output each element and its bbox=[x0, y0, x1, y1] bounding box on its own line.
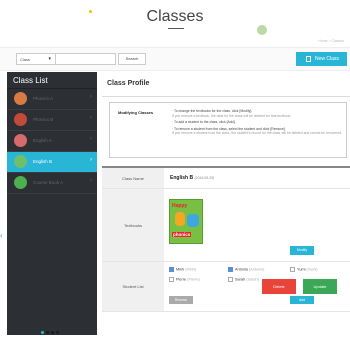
chevron-right-icon: › bbox=[90, 178, 92, 184]
divider bbox=[102, 96, 350, 97]
delete-button[interactable]: Delete bbox=[262, 279, 296, 294]
class-filter-select[interactable]: Class ▾ bbox=[16, 53, 56, 65]
chevron-right-icon: › bbox=[90, 94, 92, 100]
checkbox-icon[interactable] bbox=[169, 267, 174, 272]
pager-dot[interactable] bbox=[51, 331, 54, 334]
sidebar-item-label: Course Book A bbox=[33, 180, 64, 185]
yellow-dot-decoration bbox=[89, 10, 92, 13]
sidebar-item-label: English A bbox=[33, 138, 52, 143]
title-underline bbox=[168, 28, 184, 29]
page-title: Classes bbox=[146, 8, 204, 25]
sidebar: Class List Phonics A › Phonics B › Engli… bbox=[7, 72, 97, 335]
new-class-button[interactable]: New Class bbox=[296, 52, 347, 66]
sidebar-item-course-book-a[interactable]: Course Book A › bbox=[7, 173, 97, 194]
cartoon-character-image bbox=[175, 212, 185, 226]
class-filter-value: Class bbox=[20, 57, 31, 62]
info-label: Modifying Classes bbox=[118, 110, 154, 115]
chevron-right-icon: › bbox=[90, 136, 92, 142]
textbook-cover[interactable]: Happy phonics bbox=[169, 199, 203, 244]
sidebar-item-label: English B bbox=[33, 159, 53, 164]
student-list-header: Student List bbox=[102, 262, 164, 311]
class-name-header: Class Name bbox=[102, 168, 164, 188]
sidebar-title: Class List bbox=[7, 72, 97, 89]
sidebar-pager bbox=[41, 321, 61, 334]
student-checkbox[interactable]: Antonia (Antonio) bbox=[228, 267, 264, 272]
caret-down-icon: ▾ bbox=[48, 56, 51, 62]
sidebar-item-phonics-b[interactable]: Phonics B › bbox=[7, 110, 97, 131]
checkbox-icon[interactable] bbox=[228, 267, 233, 272]
sidebar-item-english-a[interactable]: English A › bbox=[7, 131, 97, 152]
search-input[interactable] bbox=[56, 53, 116, 65]
sidebar-item-label: Phonics B bbox=[33, 117, 54, 122]
update-button[interactable]: Update bbox=[303, 279, 337, 294]
header: Classes Home > Classes bbox=[0, 0, 350, 47]
student-checkbox[interactable]: Sarah (Sarah) bbox=[228, 277, 259, 282]
pager-dot[interactable] bbox=[56, 331, 59, 334]
student-checkbox[interactable]: Yumi (Yumi) bbox=[290, 267, 318, 272]
info-text: · To change the textbooks for the class,… bbox=[172, 109, 346, 136]
sidebar-item-english-b[interactable]: English B › bbox=[7, 152, 97, 173]
pager-dot[interactable] bbox=[41, 331, 44, 334]
new-class-label: New Class bbox=[315, 56, 339, 62]
checkbox-icon[interactable] bbox=[290, 267, 295, 272]
class-name-row: Class Name English B (2016.05.25) bbox=[102, 166, 350, 188]
remove-button[interactable]: Remove bbox=[169, 296, 193, 304]
info-box: Modifying Classes · To change the textbo… bbox=[109, 102, 347, 158]
green-circle-decoration bbox=[257, 25, 267, 35]
add-button[interactable]: Add bbox=[290, 296, 314, 304]
class-avatar-icon bbox=[14, 155, 27, 168]
class-avatar-icon bbox=[14, 176, 27, 189]
class-name-value: English B (2016.05.25) bbox=[170, 175, 215, 181]
student-checkbox[interactable]: Pierre (Pierre) bbox=[169, 277, 200, 282]
class-avatar-icon bbox=[14, 113, 27, 126]
textbooks-header: Textbooks bbox=[102, 189, 164, 261]
collapse-arrow-icon[interactable]: ‹ bbox=[0, 231, 6, 241]
class-avatar-icon bbox=[14, 92, 27, 105]
checkbox-icon[interactable] bbox=[169, 277, 174, 282]
search-button[interactable]: Search bbox=[118, 53, 146, 65]
divider bbox=[102, 311, 350, 312]
class-avatar-icon bbox=[14, 134, 27, 147]
book-title: Happy bbox=[172, 203, 188, 209]
pager-dot[interactable] bbox=[46, 331, 49, 334]
document-icon bbox=[306, 56, 311, 62]
textbooks-row: Textbooks Happy phonics Modify bbox=[102, 188, 350, 261]
cartoon-character-image bbox=[187, 214, 199, 227]
sidebar-item-label: Phonics A bbox=[33, 96, 54, 101]
breadcrumb[interactable]: Home > Classes bbox=[318, 39, 344, 43]
checkbox-icon[interactable] bbox=[228, 277, 233, 282]
sidebar-item-phonics-a[interactable]: Phonics A › bbox=[7, 89, 97, 110]
student-checkbox[interactable]: Minh (Minh) bbox=[169, 267, 196, 272]
modify-button[interactable]: Modify bbox=[290, 246, 314, 255]
class-date: (2016.05.25) bbox=[194, 176, 215, 180]
info-line: If you remove a student from the class, … bbox=[172, 131, 343, 136]
chevron-right-icon: › bbox=[90, 157, 92, 163]
chevron-right-icon: › bbox=[90, 115, 92, 121]
class-profile-panel: Class Profile Modifying Classes · To cha… bbox=[102, 72, 350, 312]
book-subtitle: phonics bbox=[172, 232, 192, 237]
section-title: Class Profile bbox=[107, 80, 150, 87]
